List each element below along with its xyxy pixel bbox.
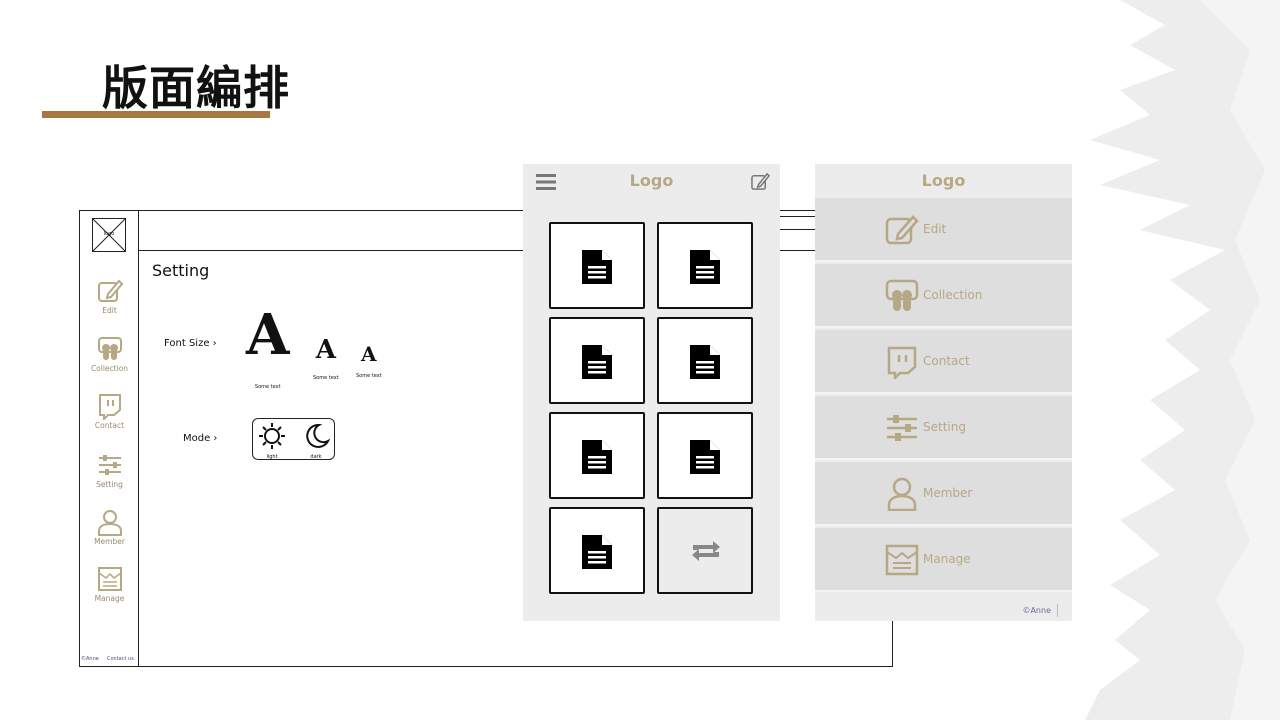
document-icon xyxy=(582,250,612,284)
font-size-glyph: A xyxy=(246,302,290,368)
font-size-medium-option[interactable]: A Some text xyxy=(313,336,339,392)
edit-icon xyxy=(885,215,919,245)
document-icon xyxy=(582,440,612,474)
menu-logo[interactable]: Logo xyxy=(815,171,1072,190)
font-size-glyph: A xyxy=(315,335,336,365)
document-icon xyxy=(690,250,720,284)
desktop-nav-manage[interactable]: Manage xyxy=(80,565,139,603)
document-tile[interactable] xyxy=(657,222,753,309)
mode-dark-option[interactable]: dark xyxy=(299,422,333,460)
member-icon xyxy=(97,510,122,536)
desktop-footer-contact-link[interactable]: Contact us xyxy=(107,656,134,662)
desktop-nav-setting[interactable]: Setting xyxy=(80,451,139,489)
document-tile[interactable] xyxy=(549,507,645,594)
document-tile[interactable] xyxy=(657,317,753,404)
mobile-menu-screen: Logo Edit Collection Contact Setting Mem… xyxy=(815,164,1072,621)
menu-item-label: Contact xyxy=(923,354,970,368)
desktop-nav-label: Setting xyxy=(96,480,123,489)
slide-title: 版面編排 xyxy=(102,61,290,115)
mobile-grid-screen: Logo xyxy=(523,164,780,621)
menu-footer-copyright: ©Anne xyxy=(1022,606,1051,615)
mode-toggle: light dark xyxy=(252,418,335,460)
menu-item-edit[interactable]: Edit xyxy=(815,198,1072,262)
desktop-footer-copyright: ©Anne xyxy=(81,656,99,662)
font-size-glyph: A xyxy=(361,342,377,366)
desktop-nav-member[interactable]: Member xyxy=(80,508,139,546)
refresh-icon xyxy=(692,541,720,561)
menu-item-setting[interactable]: Setting xyxy=(815,396,1072,460)
mode-caption: light xyxy=(266,454,278,460)
document-icon xyxy=(690,345,720,379)
menu-item-label: Manage xyxy=(923,552,971,566)
manage-icon xyxy=(885,544,919,576)
document-tile[interactable] xyxy=(549,222,645,309)
setting-icon xyxy=(887,415,917,441)
edit-icon xyxy=(97,279,123,302)
desktop-logo-label: logo xyxy=(103,231,115,237)
desktop-nav-label: Collection xyxy=(90,364,129,373)
collection-icon xyxy=(97,337,122,360)
mode-label: Mode › xyxy=(183,433,218,444)
edit-icon[interactable] xyxy=(751,172,770,191)
sun-icon xyxy=(259,423,285,449)
document-icon xyxy=(582,345,612,379)
page-title: Setting xyxy=(152,261,210,280)
menu-item-label: Member xyxy=(923,486,973,500)
mode-light-option[interactable]: light xyxy=(255,422,289,460)
contact-icon xyxy=(98,394,121,420)
menu-item-collection[interactable]: Collection xyxy=(815,264,1072,328)
menu-item-label: Setting xyxy=(923,420,966,434)
font-size-label: Font Size › xyxy=(164,338,217,349)
font-size-caption: Some text xyxy=(313,375,339,381)
desktop-logo-placeholder[interactable]: logo xyxy=(92,218,126,252)
document-tile[interactable] xyxy=(657,412,753,499)
refresh-tile[interactable] xyxy=(657,507,753,594)
menu-footer-divider xyxy=(1057,604,1058,617)
desktop-nav-edit[interactable]: Edit xyxy=(80,277,139,315)
desktop-nav-collection[interactable]: Collection xyxy=(80,335,139,373)
menu-item-member[interactable]: Member xyxy=(815,462,1072,526)
font-size-caption: Some text xyxy=(356,373,382,379)
contact-icon xyxy=(887,346,917,379)
desktop-nav-contact[interactable]: Contact xyxy=(80,392,139,430)
menu-item-label: Edit xyxy=(923,222,947,236)
desktop-nav-label: Edit xyxy=(102,306,117,315)
manage-icon xyxy=(97,567,122,591)
desktop-sidebar: logo Edit Collection Contact Setting Mem… xyxy=(80,211,139,666)
member-icon xyxy=(887,477,917,511)
collection-icon xyxy=(885,279,919,311)
desktop-nav-label: Member xyxy=(94,537,125,546)
mobile-logo[interactable]: Logo xyxy=(523,171,780,190)
document-icon xyxy=(582,535,612,569)
mode-caption: dark xyxy=(310,454,322,460)
font-size-large-option[interactable]: A Some text xyxy=(246,307,289,413)
moon-icon xyxy=(306,423,331,448)
font-size-small-option[interactable]: A Some text xyxy=(356,343,382,387)
document-icon xyxy=(690,440,720,474)
setting-icon xyxy=(98,455,121,475)
document-tile[interactable] xyxy=(549,412,645,499)
document-tile[interactable] xyxy=(549,317,645,404)
desktop-nav-label: Manage xyxy=(94,594,125,603)
menu-item-label: Collection xyxy=(923,288,983,302)
font-size-caption: Some text xyxy=(254,384,281,390)
desktop-nav-label: Contact xyxy=(94,421,125,430)
menu-item-manage[interactable]: Manage xyxy=(815,528,1072,592)
menu-item-contact[interactable]: Contact xyxy=(815,330,1072,394)
